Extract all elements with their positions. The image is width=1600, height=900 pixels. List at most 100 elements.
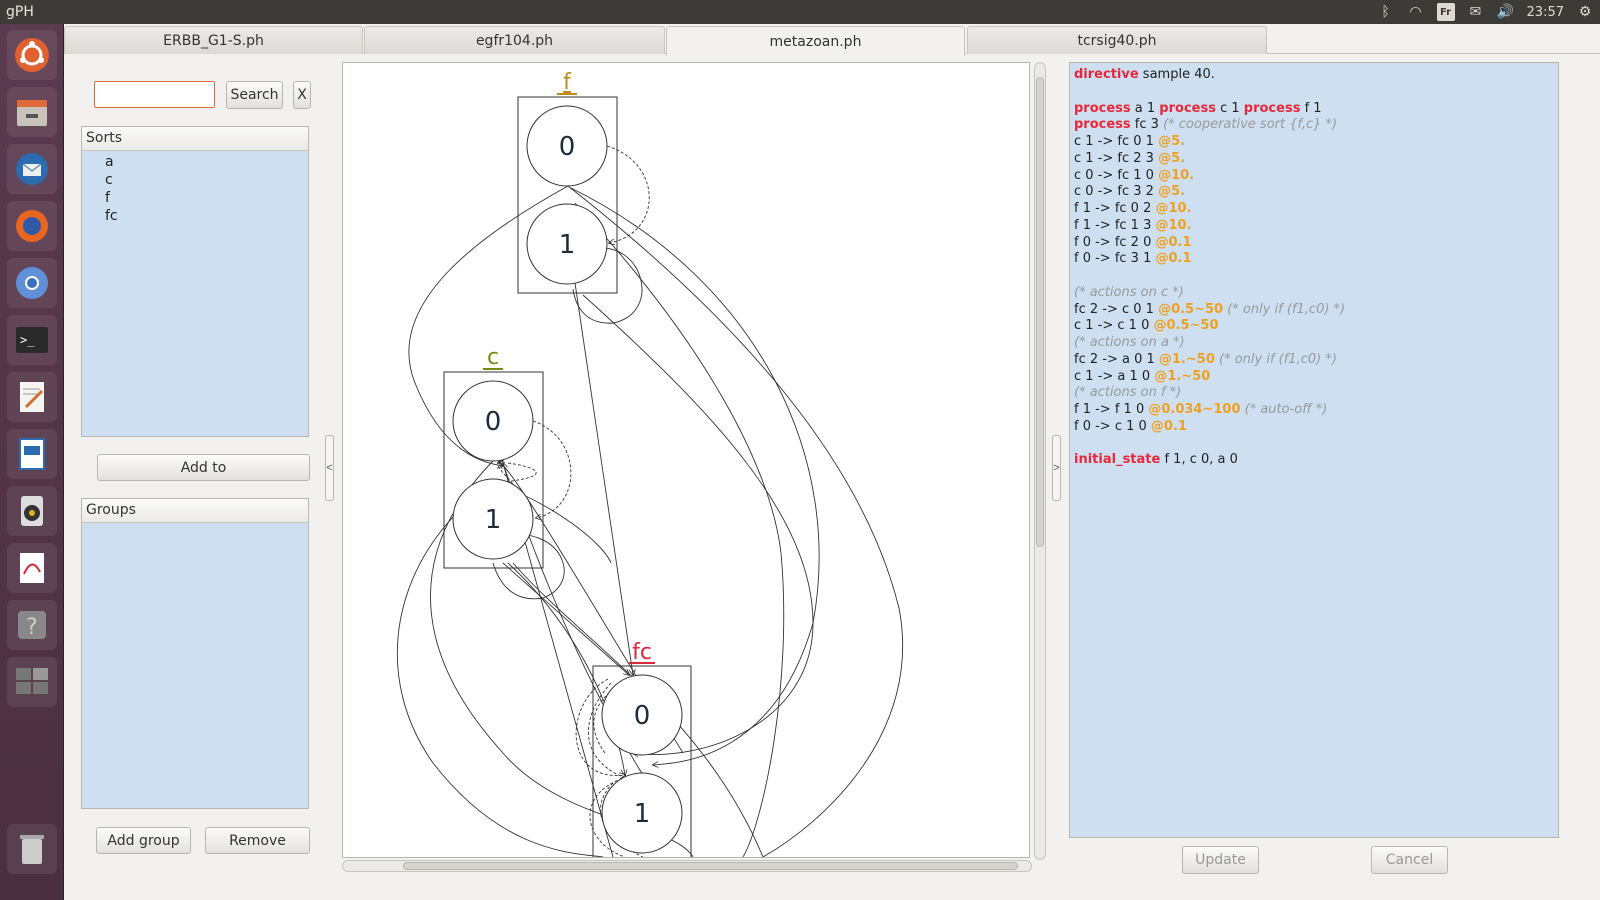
sort-item-c[interactable]: c <box>82 171 308 189</box>
sort-label-c: c <box>487 345 499 370</box>
code-line[interactable]: c 1 -> fc 2 3 @5. <box>1074 151 1554 168</box>
sort-item-a[interactable]: a <box>82 153 308 171</box>
tab-metazoan[interactable]: metazoan.ph <box>666 26 965 56</box>
code-text: f 1 -> fc 1 3 <box>1074 217 1156 233</box>
svg-text:0: 0 <box>634 701 651 731</box>
tab-erbb-g1-s[interactable]: ERBB_G1-S.ph <box>64 26 363 54</box>
update-button[interactable]: Update <box>1182 846 1259 874</box>
tab-egfr104[interactable]: egfr104.ph <box>364 26 665 54</box>
code-line[interactable]: c 0 -> fc 3 2 @5. <box>1074 184 1554 201</box>
code-keyword: process <box>1159 100 1216 116</box>
text-editor-icon[interactable] <box>7 372 57 422</box>
document-viewer-icon[interactable] <box>7 543 57 593</box>
clear-search-button[interactable]: X <box>293 81 311 109</box>
code-line[interactable]: c 1 -> c 1 0 @0.5~50 <box>1074 318 1554 335</box>
code-line[interactable]: c 1 -> a 1 0 @1.~50 <box>1074 369 1554 386</box>
collapse-left-panel-button[interactable]: < <box>325 435 334 501</box>
code-line[interactable] <box>1074 268 1554 285</box>
sort-label-f: f <box>563 70 572 95</box>
sorts-list[interactable]: Sorts a c f fc <box>81 126 309 437</box>
workspace-switcher-icon[interactable] <box>7 657 57 707</box>
volume-icon[interactable]: 🔊 <box>1497 3 1515 21</box>
code-line[interactable]: (* actions on f *) <box>1074 385 1554 402</box>
code-line[interactable]: f 0 -> fc 2 0 @0.1 <box>1074 235 1554 252</box>
code-line[interactable]: f 1 -> fc 0 2 @10. <box>1074 201 1554 218</box>
code-line[interactable]: f 1 -> f 1 0 @0.034~100 (* auto-off *) <box>1074 402 1554 419</box>
graph-horizontal-scrollbar[interactable] <box>342 860 1032 872</box>
code-text: c 0 -> fc 3 2 <box>1074 184 1159 200</box>
code-line[interactable] <box>1074 84 1554 101</box>
code-comment: (* actions on c *) <box>1074 284 1184 300</box>
firefox-icon[interactable] <box>7 201 57 251</box>
collapse-right-panel-button[interactable]: > <box>1052 435 1061 501</box>
add-group-button[interactable]: Add group <box>96 827 191 854</box>
graph-vertical-scrollbar[interactable] <box>1034 62 1046 860</box>
launcher: >_ ? <box>0 24 64 900</box>
code-line[interactable]: directive sample 40. <box>1074 67 1554 84</box>
ubuntu-dash-icon[interactable] <box>7 30 57 80</box>
search-button[interactable]: Search <box>226 81 283 109</box>
code-keyword: initial_state <box>1074 452 1161 468</box>
groups-list[interactable]: Groups <box>81 498 309 809</box>
system-tray: ᛒ ◠ Fr ✉ 🔊 23:57 ⚙ <box>1377 0 1594 24</box>
code-text: f 0 -> c 1 0 <box>1074 418 1151 434</box>
code-line[interactable]: process a 1 process c 1 process f 1 <box>1074 101 1554 118</box>
process-hitting-graph[interactable]: f 0 1 c 0 1 fc 0 1 <box>342 62 1030 858</box>
code-line[interactable]: process fc 3 (* cooperative sort {f,c} *… <box>1074 117 1554 134</box>
code-rate: @1.~50 <box>1154 368 1211 384</box>
code-editor[interactable]: directive sample 40. process a 1 process … <box>1069 62 1559 838</box>
code-line[interactable]: initial_state f 1, c 0, a 0 <box>1074 452 1554 469</box>
rhythmbox-icon[interactable] <box>7 486 57 536</box>
code-line[interactable]: (* actions on a *) <box>1074 335 1554 352</box>
code-keyword: process <box>1074 117 1131 133</box>
files-icon[interactable] <box>7 87 57 137</box>
sort-box-f[interactable]: f 0 1 <box>517 70 618 294</box>
code-line[interactable]: f 1 -> fc 1 3 @10. <box>1074 218 1554 235</box>
trash-icon[interactable] <box>7 824 57 874</box>
code-line[interactable]: f 0 -> c 1 0 @0.1 <box>1074 419 1554 436</box>
sorts-header[interactable]: Sorts <box>82 127 308 151</box>
sort-label-fc: fc <box>632 640 652 665</box>
app-title: gPH <box>6 4 34 20</box>
code-text: a 1 <box>1130 100 1160 116</box>
code-line[interactable]: fc 2 -> a 0 1 @1.~50 (* only if (f1,c0) … <box>1074 352 1554 369</box>
sort-box-c[interactable]: c 0 1 <box>443 345 544 569</box>
sort-item-f[interactable]: f <box>82 189 308 207</box>
code-rate: @5. <box>1158 184 1186 200</box>
svg-text:0: 0 <box>485 407 502 437</box>
terminal-icon[interactable]: >_ <box>7 315 57 365</box>
cancel-button[interactable]: Cancel <box>1371 846 1448 874</box>
clock[interactable]: 23:57 <box>1527 5 1564 20</box>
remove-button[interactable]: Remove <box>205 827 310 854</box>
code-comment: (* cooperative sort {f,c} *) <box>1163 117 1338 133</box>
code-line[interactable]: c 0 -> fc 1 0 @10. <box>1074 168 1554 185</box>
vertical-scroll-thumb[interactable] <box>1036 77 1044 547</box>
settings-gear-icon[interactable]: ⚙ <box>1576 3 1594 21</box>
search-input[interactable] <box>94 81 215 108</box>
wifi-icon[interactable]: ◠ <box>1407 3 1425 21</box>
code-line[interactable]: c 1 -> fc 0 1 @5. <box>1074 134 1554 151</box>
code-comment: (* actions on f *) <box>1074 385 1182 401</box>
add-to-button[interactable]: Add to <box>97 454 310 481</box>
code-rate: @0.1 <box>1155 234 1192 250</box>
groups-header[interactable]: Groups <box>82 499 308 523</box>
code-text: fc 2 -> a 0 1 <box>1074 351 1159 367</box>
tab-tcrsig40[interactable]: tcrsig40.ph <box>967 26 1267 54</box>
code-keyword: process <box>1074 100 1131 116</box>
writer-icon[interactable] <box>7 429 57 479</box>
thunderbird-icon[interactable] <box>7 144 57 194</box>
code-line[interactable]: fc 2 -> c 0 1 @0.5~50 (* only if (f1,c0)… <box>1074 302 1554 319</box>
horizontal-scroll-thumb[interactable] <box>403 862 1018 870</box>
code-rate: @0.1 <box>1155 251 1192 267</box>
code-line[interactable]: f 0 -> fc 3 1 @0.1 <box>1074 251 1554 268</box>
bluetooth-icon[interactable]: ᛒ <box>1377 3 1395 21</box>
chromium-icon[interactable] <box>7 258 57 308</box>
sort-box-fc[interactable]: fc 0 1 <box>592 640 692 857</box>
mail-icon[interactable]: ✉ <box>1467 3 1485 21</box>
sort-item-fc[interactable]: fc <box>82 207 308 225</box>
keyboard-layout-indicator[interactable]: Fr <box>1436 3 1455 21</box>
help-icon[interactable]: ? <box>7 600 57 650</box>
code-text: c 1 <box>1215 100 1244 116</box>
code-line[interactable]: (* actions on c *) <box>1074 285 1554 302</box>
code-line[interactable] <box>1074 436 1554 453</box>
